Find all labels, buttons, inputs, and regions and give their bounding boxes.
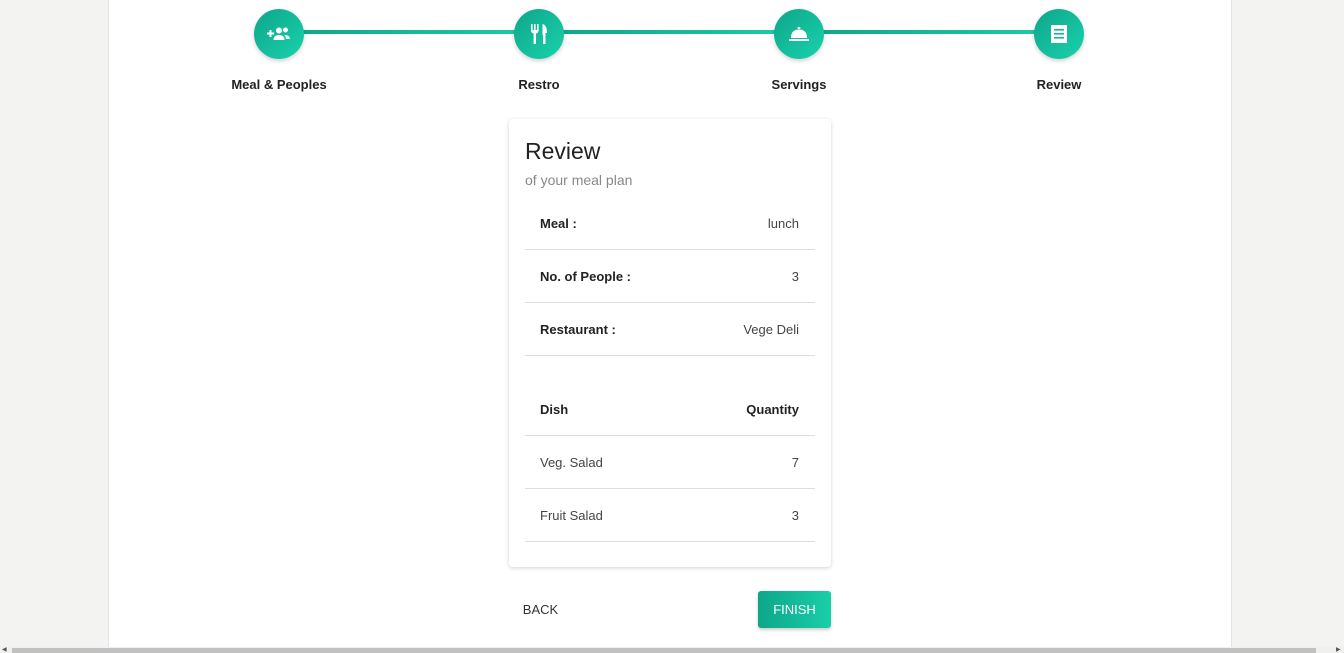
restaurant-label: Restaurant : [540,321,616,337]
scrollbar-thumb[interactable] [12,648,1316,653]
dish-quantity: 7 [791,454,799,470]
people-row: No. of People : 3 [525,250,815,303]
step-label: Meal & Peoples [231,77,327,92]
review-subtitle: of your meal plan [525,172,633,188]
review-title: Review [525,138,601,164]
scroll-left-icon[interactable]: ◀ [2,647,7,653]
stepper: Meal & Peoples Restro Servings Review [0,0,1344,110]
dish-table-header: Dish Quantity [525,383,815,436]
add-group-icon [267,27,290,40]
step-label: Review [1036,77,1082,92]
meal-row: Meal : lunch [525,197,815,250]
review-card: Review of your meal plan Meal : lunch No… [509,119,831,567]
step-restro[interactable] [514,9,564,59]
table-row: Fruit Salad 3 [525,489,815,542]
step-meal-peoples[interactable] [254,9,304,59]
meal-value: lunch [767,215,799,231]
receipt-icon [1051,25,1067,43]
step-connector [303,30,515,34]
step-connector [563,30,775,34]
scroll-right-icon[interactable]: ▶ [1336,647,1341,653]
dish-name: Veg. Salad [540,454,603,470]
quantity-column-header: Quantity [746,401,799,417]
people-label: No. of People : [540,268,631,284]
step-label: Restro [518,77,560,92]
people-value: 3 [791,268,799,284]
meal-label: Meal : [540,215,577,231]
cloche-icon [789,27,809,41]
restaurant-value: Vege Deli [743,321,799,337]
dish-name: Fruit Salad [540,507,603,523]
dish-column-header: Dish [540,401,569,417]
dish-quantity: 3 [791,507,799,523]
restaurant-row: Restaurant : Vege Deli [525,303,815,356]
step-review[interactable] [1034,9,1084,59]
step-connector [823,30,1035,34]
finish-button[interactable]: FINISH [758,591,831,628]
step-label: Servings [771,77,827,92]
table-row: Veg. Salad 7 [525,436,815,489]
horizontal-scrollbar[interactable]: ◀ ▶ [0,647,1344,653]
step-servings[interactable] [774,9,824,59]
back-button[interactable]: BACK [509,592,572,627]
fork-knife-icon [531,24,547,44]
